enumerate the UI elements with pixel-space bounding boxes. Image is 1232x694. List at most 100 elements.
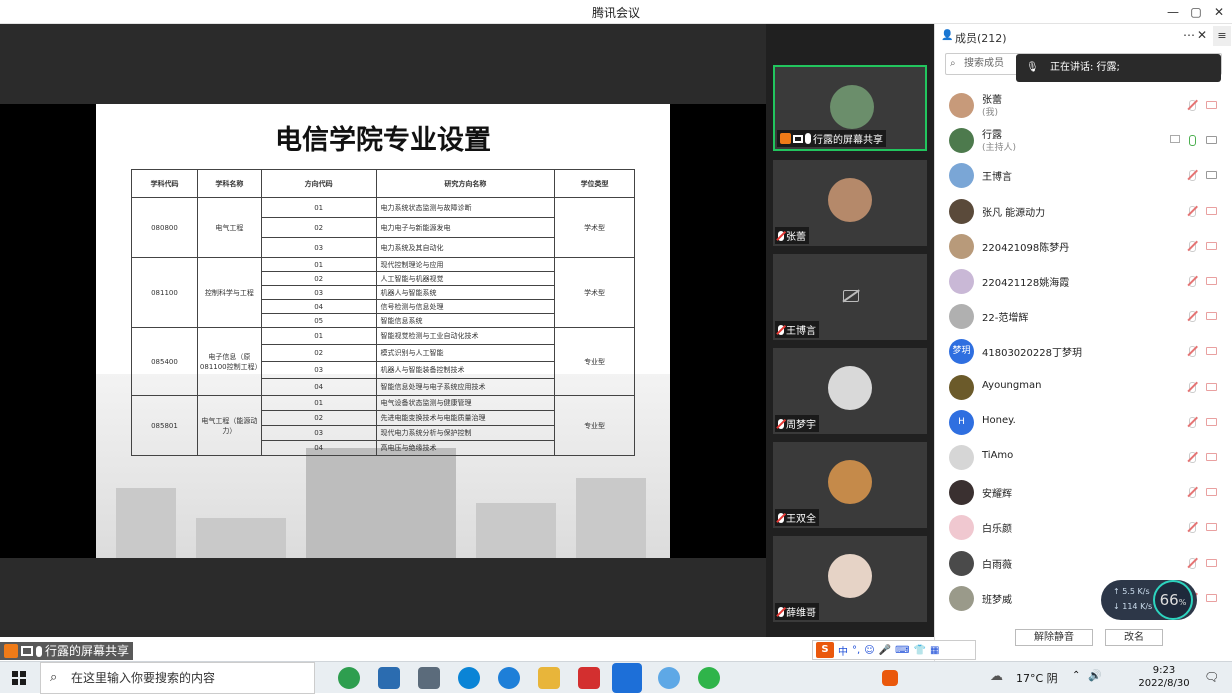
camera-icon[interactable] xyxy=(1206,101,1217,109)
camera-icon[interactable] xyxy=(1206,382,1217,391)
direction-name-cell: 高电压与绝缘技术 xyxy=(375,440,556,456)
member-row[interactable]: 白乐颜 xyxy=(935,510,1232,544)
video-tile[interactable]: 王双全 xyxy=(773,442,927,528)
menu-icon[interactable]: ≡ xyxy=(1213,26,1231,46)
video-tile[interactable]: 行露的屏幕共享 xyxy=(773,65,927,151)
code-cell: 080800 xyxy=(131,197,198,258)
ime-toolbar[interactable]: S 中 °, ☺ 🎤 ⌨ 👕 ▦ xyxy=(812,640,976,660)
notification-icon[interactable]: 🗨 xyxy=(1204,670,1219,684)
video-tile[interactable]: 周梦宇 xyxy=(773,348,927,434)
member-row[interactable]: 张凡 能源动力 xyxy=(935,194,1232,228)
avatar xyxy=(828,554,872,598)
ime-mode[interactable]: 中 xyxy=(838,643,848,658)
rename-button[interactable]: 改名 xyxy=(1105,629,1163,646)
camera-icon[interactable] xyxy=(1206,347,1217,356)
direction-name-cell: 现代控制理论与应用 xyxy=(375,257,556,272)
video-tile[interactable]: 薛维哥 xyxy=(773,536,927,622)
clock[interactable]: 9:23 2022/8/30 xyxy=(1129,664,1199,690)
member-row[interactable]: 梦玥 41803020228丁梦玥 xyxy=(935,334,1232,368)
member-name: TiAmo xyxy=(982,450,1014,461)
muted-mic-icon[interactable] xyxy=(1189,311,1196,323)
camera-icon[interactable] xyxy=(1206,417,1217,426)
qq-icon[interactable] xyxy=(658,667,680,689)
member-row[interactable]: Ayoungman xyxy=(935,370,1232,404)
member-name: 张蕾 xyxy=(982,95,1002,106)
muted-mic-icon[interactable] xyxy=(1189,205,1196,217)
browser-360-icon[interactable] xyxy=(338,667,360,689)
muted-mic-icon[interactable] xyxy=(1189,487,1196,499)
unmute-all-button[interactable]: 解除静音 xyxy=(1015,629,1093,646)
taskbar-search-box[interactable]: ⌕ 在这里输入你要搜索的内容 xyxy=(40,662,315,694)
member-row[interactable]: TiAmo xyxy=(935,440,1232,474)
camera-icon[interactable] xyxy=(1206,277,1217,285)
minimize-button[interactable]: — xyxy=(1163,3,1183,21)
muted-mic-icon[interactable] xyxy=(1189,346,1196,358)
member-name: 白乐颜 xyxy=(982,524,1012,536)
camera-icon[interactable] xyxy=(1206,312,1217,321)
skin-icon[interactable]: 👕 xyxy=(914,645,926,656)
direction-code-cell: 02 xyxy=(260,410,377,426)
muted-mic-icon[interactable] xyxy=(1189,381,1196,393)
muted-mic-icon[interactable] xyxy=(1189,170,1196,182)
sogou-tray-icon[interactable] xyxy=(882,670,898,686)
mic-icon[interactable] xyxy=(1189,135,1196,147)
camera-icon[interactable] xyxy=(1206,453,1217,461)
file-explorer-icon[interactable] xyxy=(538,667,560,689)
camera-icon[interactable] xyxy=(1206,593,1217,602)
degree-cell: 学术型 xyxy=(554,257,635,328)
wechat-icon[interactable] xyxy=(698,667,720,689)
muted-mic-icon[interactable] xyxy=(1189,557,1196,569)
store-icon[interactable] xyxy=(418,667,440,689)
muted-mic-icon[interactable] xyxy=(1189,452,1196,463)
edge-icon[interactable] xyxy=(458,667,480,689)
more-icon[interactable]: ⋯ xyxy=(1183,28,1195,42)
camera-icon[interactable] xyxy=(1206,523,1217,532)
video-tile[interactable]: 王博言 xyxy=(773,254,927,340)
member-row[interactable]: 安耀辉 xyxy=(935,475,1232,509)
member-row[interactable]: 220421098陈梦丹 xyxy=(935,229,1232,263)
member-row[interactable]: 220421128姚海霞 xyxy=(935,264,1232,298)
muted-mic-icon[interactable] xyxy=(1189,100,1196,111)
ie-icon[interactable] xyxy=(498,667,520,689)
mail-icon[interactable] xyxy=(378,667,400,689)
close-panel-icon[interactable]: ✕ xyxy=(1197,28,1207,42)
camera-icon[interactable] xyxy=(1206,241,1217,250)
member-row[interactable]: 白雨薇 xyxy=(935,546,1232,580)
muted-mic-icon[interactable] xyxy=(1189,240,1196,252)
camera-icon[interactable] xyxy=(1206,171,1217,180)
tray-expand-icon[interactable]: ⌃ xyxy=(1072,670,1080,681)
youdao-icon[interactable] xyxy=(578,667,600,689)
camera-icon[interactable] xyxy=(1206,136,1217,145)
video-tile[interactable]: 张蕾 xyxy=(773,160,927,246)
member-row[interactable]: 王博言 xyxy=(935,158,1232,192)
direction-name-cell: 现代电力系统分析与保护控制 xyxy=(375,425,556,441)
muted-mic-icon[interactable] xyxy=(1189,416,1196,428)
tile-name: 周梦宇 xyxy=(786,420,816,431)
member-row[interactable]: 22-范增辉 xyxy=(935,299,1232,333)
camera-icon[interactable] xyxy=(1206,206,1217,215)
member-row[interactable]: 行露 (主持人) xyxy=(935,123,1232,157)
title-bar: 腾讯会议 — ▢ ✕ xyxy=(0,0,1232,24)
member-role: (主持人) xyxy=(982,143,1017,154)
maximize-button[interactable]: ▢ xyxy=(1186,3,1206,21)
volume-icon[interactable]: 🔊 xyxy=(1088,669,1102,682)
direction-name-cell: 机器人与智能装备控制技术 xyxy=(375,361,556,379)
windows-start-icon[interactable] xyxy=(12,671,26,685)
weather-text[interactable]: 17°C 阴 xyxy=(1016,670,1058,686)
col-header: 研究方向名称 xyxy=(375,169,556,198)
keyboard-icon[interactable]: ⌨ xyxy=(895,645,909,656)
camera-icon[interactable] xyxy=(1206,488,1217,497)
muted-mic-icon[interactable] xyxy=(1189,522,1196,534)
member-row[interactable]: H Honey. xyxy=(935,405,1232,439)
toolbox-icon[interactable]: ▦ xyxy=(930,645,939,656)
camera-icon[interactable] xyxy=(1206,558,1217,567)
tencent-meeting-icon[interactable] xyxy=(612,663,642,693)
avatar xyxy=(949,233,974,259)
muted-mic-icon[interactable] xyxy=(1189,276,1196,287)
member-name: 22-范增辉 xyxy=(982,313,1029,325)
close-button[interactable]: ✕ xyxy=(1209,3,1229,21)
emoji-icon[interactable]: ☺ xyxy=(864,645,874,656)
punctuation-icon[interactable]: °, xyxy=(852,645,860,656)
voice-icon[interactable]: 🎤 xyxy=(879,645,891,656)
member-row[interactable]: 张蕾 (我) xyxy=(935,88,1232,122)
